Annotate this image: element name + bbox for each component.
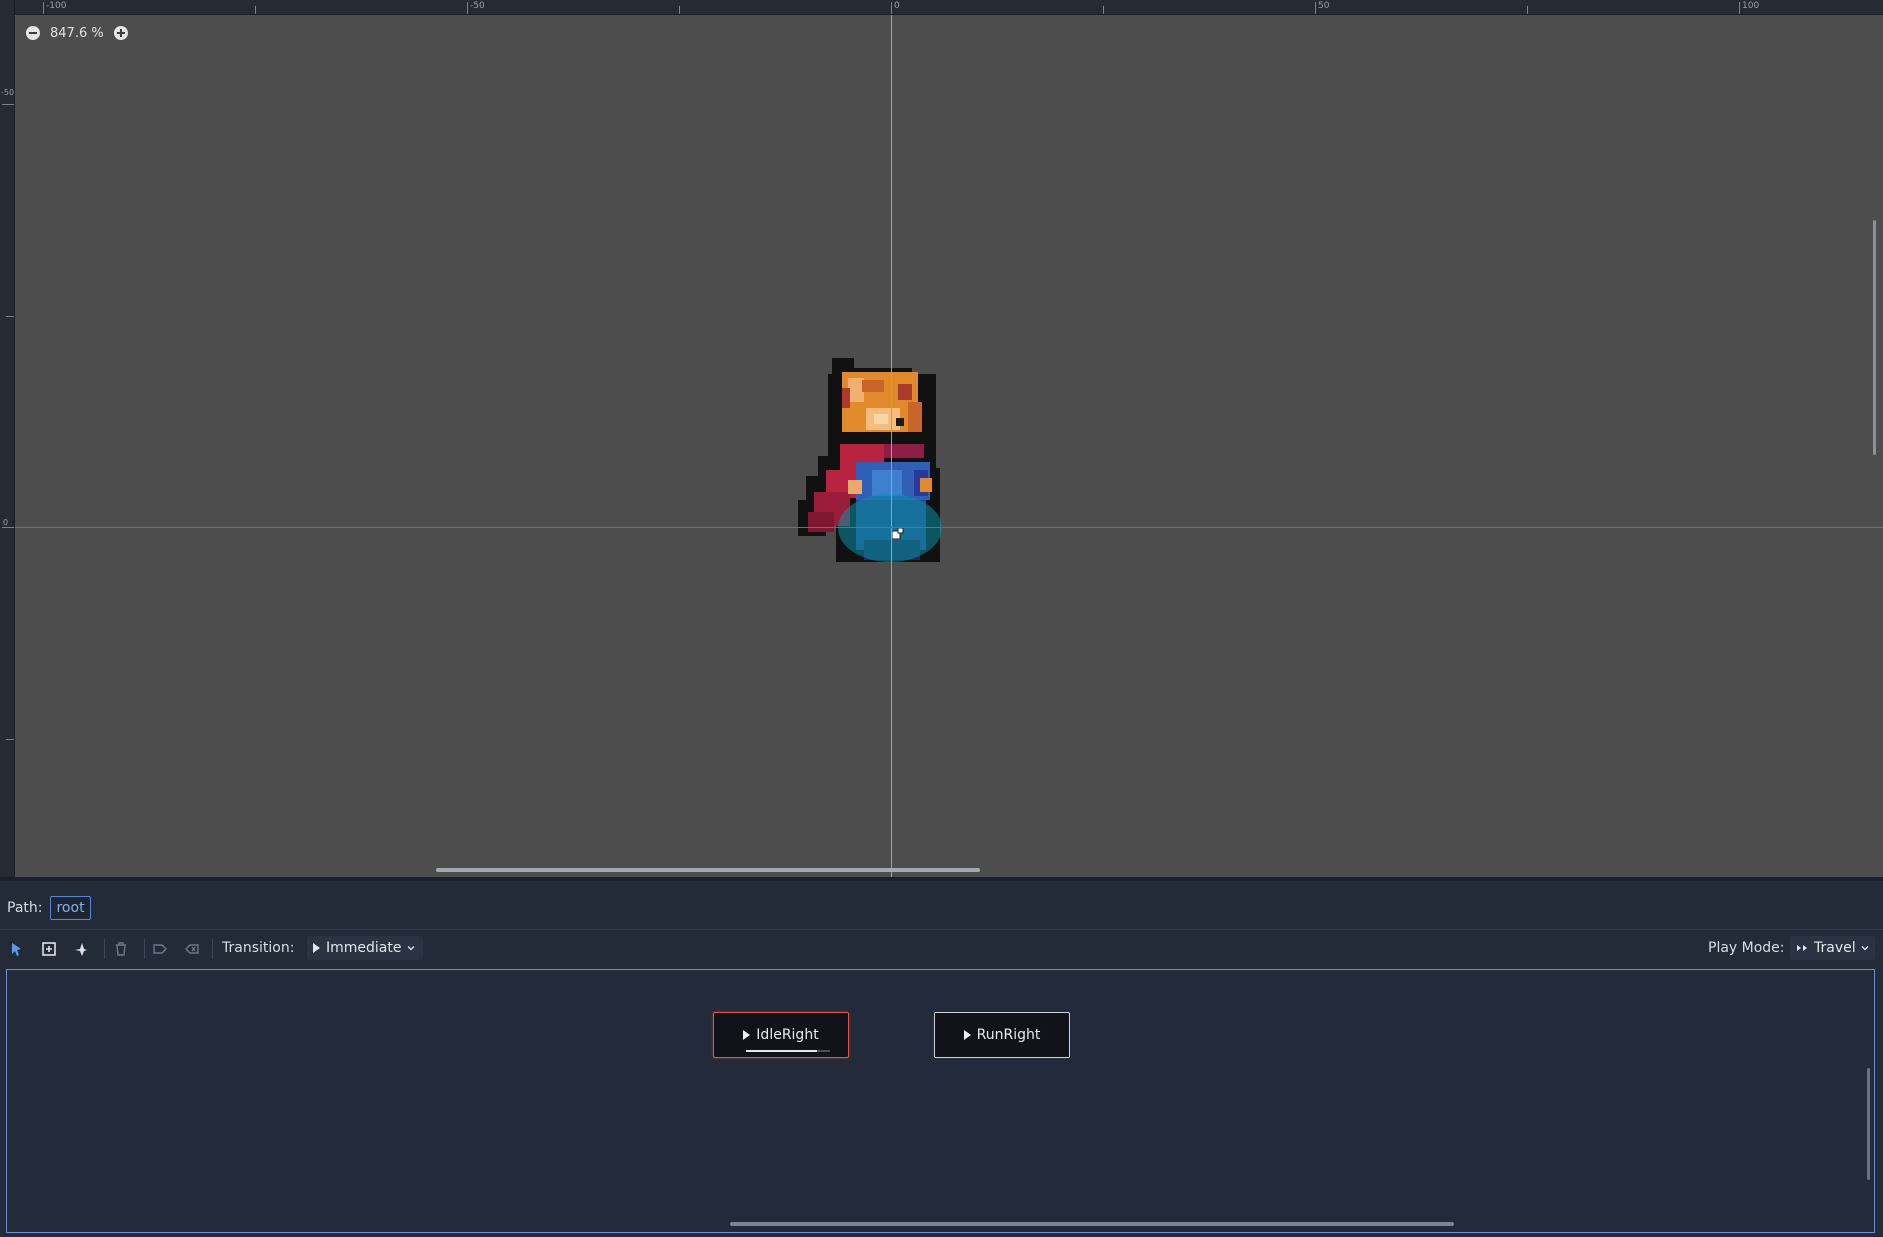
play-icon[interactable] (963, 1030, 971, 1040)
zoom-level[interactable]: 847.6 % (50, 26, 104, 41)
ruler-tick (6, 316, 14, 317)
ruler-tick (1739, 2, 1740, 14)
play-mode-value: Travel (1814, 940, 1856, 956)
ruler-tick (1103, 6, 1104, 14)
transition-label: Transition: (222, 940, 295, 956)
ruler-tick (2, 104, 14, 105)
viewport-vertical-scrollbar[interactable] (1873, 220, 1876, 455)
state-node-label: IdleRight (756, 1027, 819, 1043)
state-node-label: RunRight (976, 1027, 1041, 1043)
character-sprite (798, 358, 942, 562)
play-mode-label: Play Mode: (1708, 940, 1785, 956)
ruler-label: -100 (46, 1, 67, 11)
canvas-viewport[interactable]: -100 -50 0 50 100 -50 0 847.6 % (0, 0, 1883, 877)
select-icon[interactable] (9, 941, 25, 957)
ruler-tick (255, 6, 256, 14)
ruler-label: -50 (470, 1, 485, 11)
transition-type-select[interactable]: Immediate (307, 936, 424, 960)
play-icon[interactable] (743, 1030, 751, 1040)
travel-icon (1797, 945, 1807, 951)
state-node-run-right[interactable]: RunRight (934, 1012, 1070, 1058)
ruler-tick (891, 2, 892, 14)
toolbar-separator (212, 939, 213, 959)
create-node-icon[interactable] (41, 941, 57, 957)
state-machine-toolbar: Transition: Immediate Play Mode: Travel (0, 933, 1883, 965)
ruler-tick (43, 2, 44, 14)
zoom-controls: 847.6 % (26, 24, 128, 42)
ruler-tick (6, 739, 14, 740)
ruler-label: 0 (894, 1, 900, 11)
set-end-icon[interactable] (184, 941, 200, 957)
divider (0, 929, 1883, 930)
horizontal-ruler[interactable]: -100 -50 0 50 100 (0, 0, 1883, 15)
viewport-horizontal-scrollbar[interactable] (436, 868, 980, 872)
chevron-down-icon (1861, 946, 1869, 951)
ruler-label: -50 (1, 88, 15, 97)
ruler-tick (679, 6, 680, 14)
graph-horizontal-scrollbar[interactable] (730, 1222, 1454, 1226)
toolbar-separator (104, 939, 105, 959)
ruler-tick (1527, 6, 1528, 14)
path-row: Path: root (0, 895, 91, 921)
ruler-tick (2, 527, 14, 528)
transition-type-value: Immediate (326, 940, 402, 956)
path-label: Path: (7, 900, 43, 916)
graph-vertical-scrollbar[interactable] (1867, 1068, 1870, 1180)
set-start-icon[interactable] (152, 941, 168, 957)
connect-icon[interactable] (73, 941, 89, 957)
x-axis-line (14, 527, 1883, 528)
vertical-ruler[interactable]: -50 0 (0, 0, 15, 877)
path-root-button[interactable]: root (50, 896, 91, 920)
y-axis-line (891, 14, 892, 877)
ruler-label: 100 (1742, 1, 1760, 11)
state-machine-graph[interactable]: IdleRight RunRight (6, 969, 1875, 1233)
ruler-tick (467, 2, 468, 14)
play-icon (313, 943, 320, 953)
delete-icon[interactable] (113, 941, 129, 957)
chevron-down-icon (408, 946, 415, 951)
zoom-out-icon[interactable] (26, 26, 40, 40)
ruler-tick (1315, 2, 1316, 14)
zoom-in-icon[interactable] (113, 26, 128, 40)
animation-tree-panel: Path: root Transition: Immediate Play Mo… (0, 877, 1883, 1237)
toolbar-separator (144, 939, 145, 959)
state-node-idle-right[interactable]: IdleRight (713, 1012, 849, 1058)
ruler-label: 50 (1318, 1, 1330, 11)
play-mode-select[interactable]: Travel (1790, 936, 1875, 960)
ruler-label: 0 (3, 518, 9, 527)
playback-progress-bar (746, 1050, 818, 1052)
